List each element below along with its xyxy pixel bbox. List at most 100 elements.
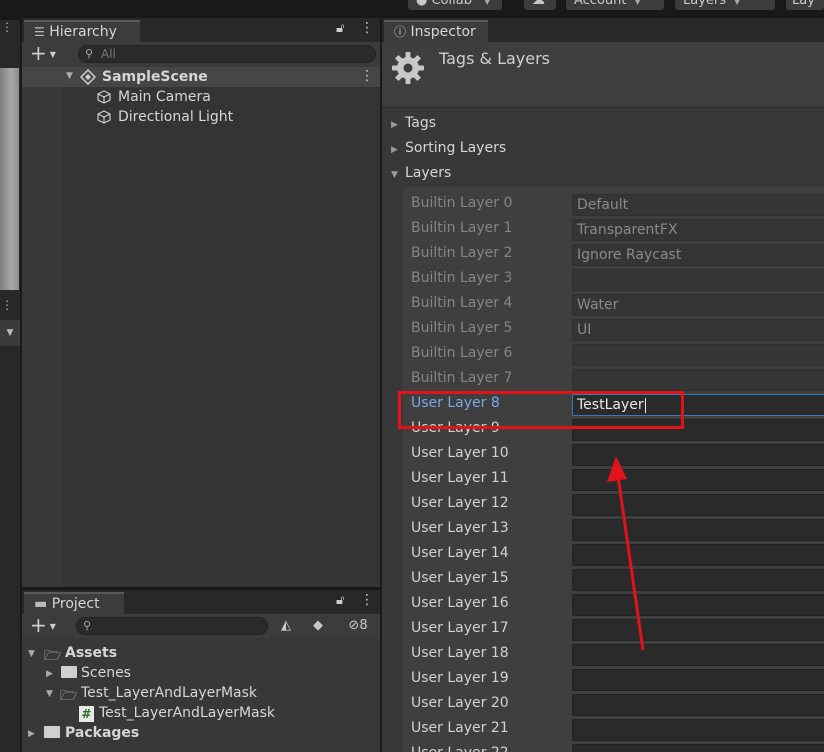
layer-row: Builtin Layer 5 UI xyxy=(403,317,824,342)
label-tag-icon[interactable]: ◆ xyxy=(306,616,330,636)
project-tree-assets[interactable]: Assets xyxy=(65,645,117,661)
folder-icon xyxy=(44,726,60,738)
expand-arrow-icon: ▼ xyxy=(391,170,398,180)
collapse-arrow-icon[interactable]: ▶ xyxy=(46,669,53,679)
more-options-icon[interactable]: ⋮ xyxy=(360,20,374,36)
layers-label: Layers xyxy=(683,0,727,8)
sorting-layers-foldout[interactable]: ▶ Sorting Layers xyxy=(391,140,506,156)
layer-label: User Layer 12 xyxy=(411,495,509,511)
tab-project[interactable]: ▬ Project xyxy=(24,592,124,614)
layer-row: User Layer 20 xyxy=(403,692,824,717)
layer-label: User Layer 20 xyxy=(411,695,509,711)
layer-row: Builtin Layer 6 xyxy=(403,342,824,367)
collapse-arrow-icon[interactable]: ▶ xyxy=(28,729,35,739)
project-tree-scenes[interactable]: Scenes xyxy=(81,665,131,681)
layer-label: User Layer 15 xyxy=(411,570,509,586)
tab-hierarchy[interactable]: ☰ Hierarchy xyxy=(24,20,140,42)
panel-divider[interactable] xyxy=(380,20,382,752)
tab-project-label: Project xyxy=(51,596,100,612)
layer-name-field[interactable] xyxy=(572,694,824,716)
project-tree-script[interactable]: Test_LayerAndLayerMask xyxy=(99,705,275,721)
layer-label: Builtin Layer 4 xyxy=(411,295,513,311)
hidden-count: 8 xyxy=(359,618,368,633)
list-icon: ☰ xyxy=(34,25,45,39)
hidden-packages-button[interactable]: ⊘8 xyxy=(338,616,378,636)
layer-row: Builtin Layer 7 xyxy=(403,367,824,392)
folder-open-icon: 🗁︎ xyxy=(60,688,78,704)
chevron-down-icon: ▼ xyxy=(484,0,491,6)
layer-label: Builtin Layer 1 xyxy=(411,220,513,236)
expand-arrow-icon[interactable]: ▼ xyxy=(46,689,53,699)
layer-name-field: Ignore Raycast xyxy=(572,244,824,266)
layer-row: Builtin Layer 2 Ignore Raycast xyxy=(403,242,824,267)
hierarchy-content xyxy=(62,87,380,587)
collab-button[interactable]: ● Collab ▼ xyxy=(408,0,502,10)
collapse-arrow-icon: ▶ xyxy=(391,145,398,155)
tags-foldout[interactable]: ▶ Tags xyxy=(391,115,436,131)
more-options-icon[interactable]: ⋮ xyxy=(1,298,13,312)
hierarchy-item-directional-light[interactable]: Directional Light xyxy=(118,109,233,125)
scene-view-image[interactable] xyxy=(0,68,19,290)
layer-name-field[interactable] xyxy=(572,719,824,741)
layer-label: Builtin Layer 2 xyxy=(411,245,513,261)
add-button[interactable]: + ▼ xyxy=(30,43,56,65)
more-options-icon[interactable]: ⋮ xyxy=(1,20,13,34)
more-options-icon[interactable]: ⋮ xyxy=(360,592,374,608)
layers-dropdown[interactable]: Layers ▼ xyxy=(675,0,775,10)
more-options-icon[interactable]: ⋮ xyxy=(360,68,374,84)
tags-foldout-label: Tags xyxy=(405,115,436,131)
hierarchy-search-input[interactable]: ⚲ All xyxy=(78,45,376,63)
layer-label: Builtin Layer 0 xyxy=(411,195,513,211)
layer-name-field[interactable] xyxy=(572,669,824,691)
lock-icon[interactable]: 🔓︎ xyxy=(336,593,344,608)
layer-label: User Layer 18 xyxy=(411,645,509,661)
gameobject-cube-icon xyxy=(97,110,111,124)
tab-inspector[interactable]: ⓘ Inspector xyxy=(384,20,488,42)
search-icon: ⚲ xyxy=(83,619,92,632)
layer-row: User Layer 21 xyxy=(403,717,824,742)
search-by-type-icon[interactable]: ◭ xyxy=(274,616,298,636)
chevron-down-icon: ▼ xyxy=(49,49,56,59)
expand-arrow-icon[interactable]: ▼ xyxy=(66,71,73,81)
chevron-down-icon: ▼ xyxy=(634,0,641,6)
layers-foldout[interactable]: ▼ Layers xyxy=(391,165,451,181)
lock-icon[interactable]: 🔓︎ xyxy=(336,21,344,36)
info-icon: ⓘ xyxy=(394,25,407,39)
layer-row: User Layer 19 xyxy=(403,667,824,692)
folder-icon xyxy=(61,666,77,678)
layer-name-field xyxy=(572,344,824,366)
layer-label: User Layer 22 xyxy=(411,745,509,752)
search-icon: ⚲ xyxy=(85,47,94,60)
folder-icon: ▬ xyxy=(34,596,48,612)
cloud-button[interactable]: ☁ xyxy=(524,0,556,10)
add-asset-button[interactable]: + ▼ xyxy=(30,615,56,637)
project-tree-packages[interactable]: Packages xyxy=(65,725,139,741)
layer-name-field: UI xyxy=(572,319,824,341)
layout-dropdown[interactable]: Lay xyxy=(786,0,824,10)
layer-label: User Layer 19 xyxy=(411,670,509,686)
layer-name-field[interactable] xyxy=(572,744,824,752)
collapse-arrow-icon: ▶ xyxy=(391,120,398,130)
project-tree-test-folder[interactable]: Test_LayerAndLayerMask xyxy=(81,685,257,701)
layout-label: Lay xyxy=(792,0,815,8)
hierarchy-item-main-camera[interactable]: Main Camera xyxy=(118,89,211,105)
inspector-title: Tags & Layers xyxy=(439,49,551,68)
annotation-highlight-box xyxy=(398,391,684,429)
tab-hierarchy-label: Hierarchy xyxy=(49,24,117,40)
layer-label: User Layer 17 xyxy=(411,620,509,636)
gameobject-cube-icon xyxy=(97,90,111,104)
project-search-input[interactable]: ⚲ xyxy=(76,617,268,635)
chevron-down-icon[interactable]: ▼ xyxy=(0,320,20,346)
layers-foldout-label: Layers xyxy=(405,165,452,181)
layer-label: User Layer 13 xyxy=(411,520,509,536)
layer-label: Builtin Layer 5 xyxy=(411,320,513,336)
layer-name-field: TransparentFX xyxy=(572,219,824,241)
account-dropdown[interactable]: Account ▼ xyxy=(566,0,664,10)
top-toolbar: ● Collab ▼ ☁ Account ▼ Layers ▼ Lay xyxy=(0,0,824,12)
annotation-arrow xyxy=(607,456,645,651)
eye-slash-icon: ⊘ xyxy=(348,618,360,633)
layer-label: Builtin Layer 3 xyxy=(411,270,513,286)
layer-label: Builtin Layer 7 xyxy=(411,370,513,386)
expand-arrow-icon[interactable]: ▼ xyxy=(28,649,35,659)
panel-divider[interactable] xyxy=(20,20,22,752)
